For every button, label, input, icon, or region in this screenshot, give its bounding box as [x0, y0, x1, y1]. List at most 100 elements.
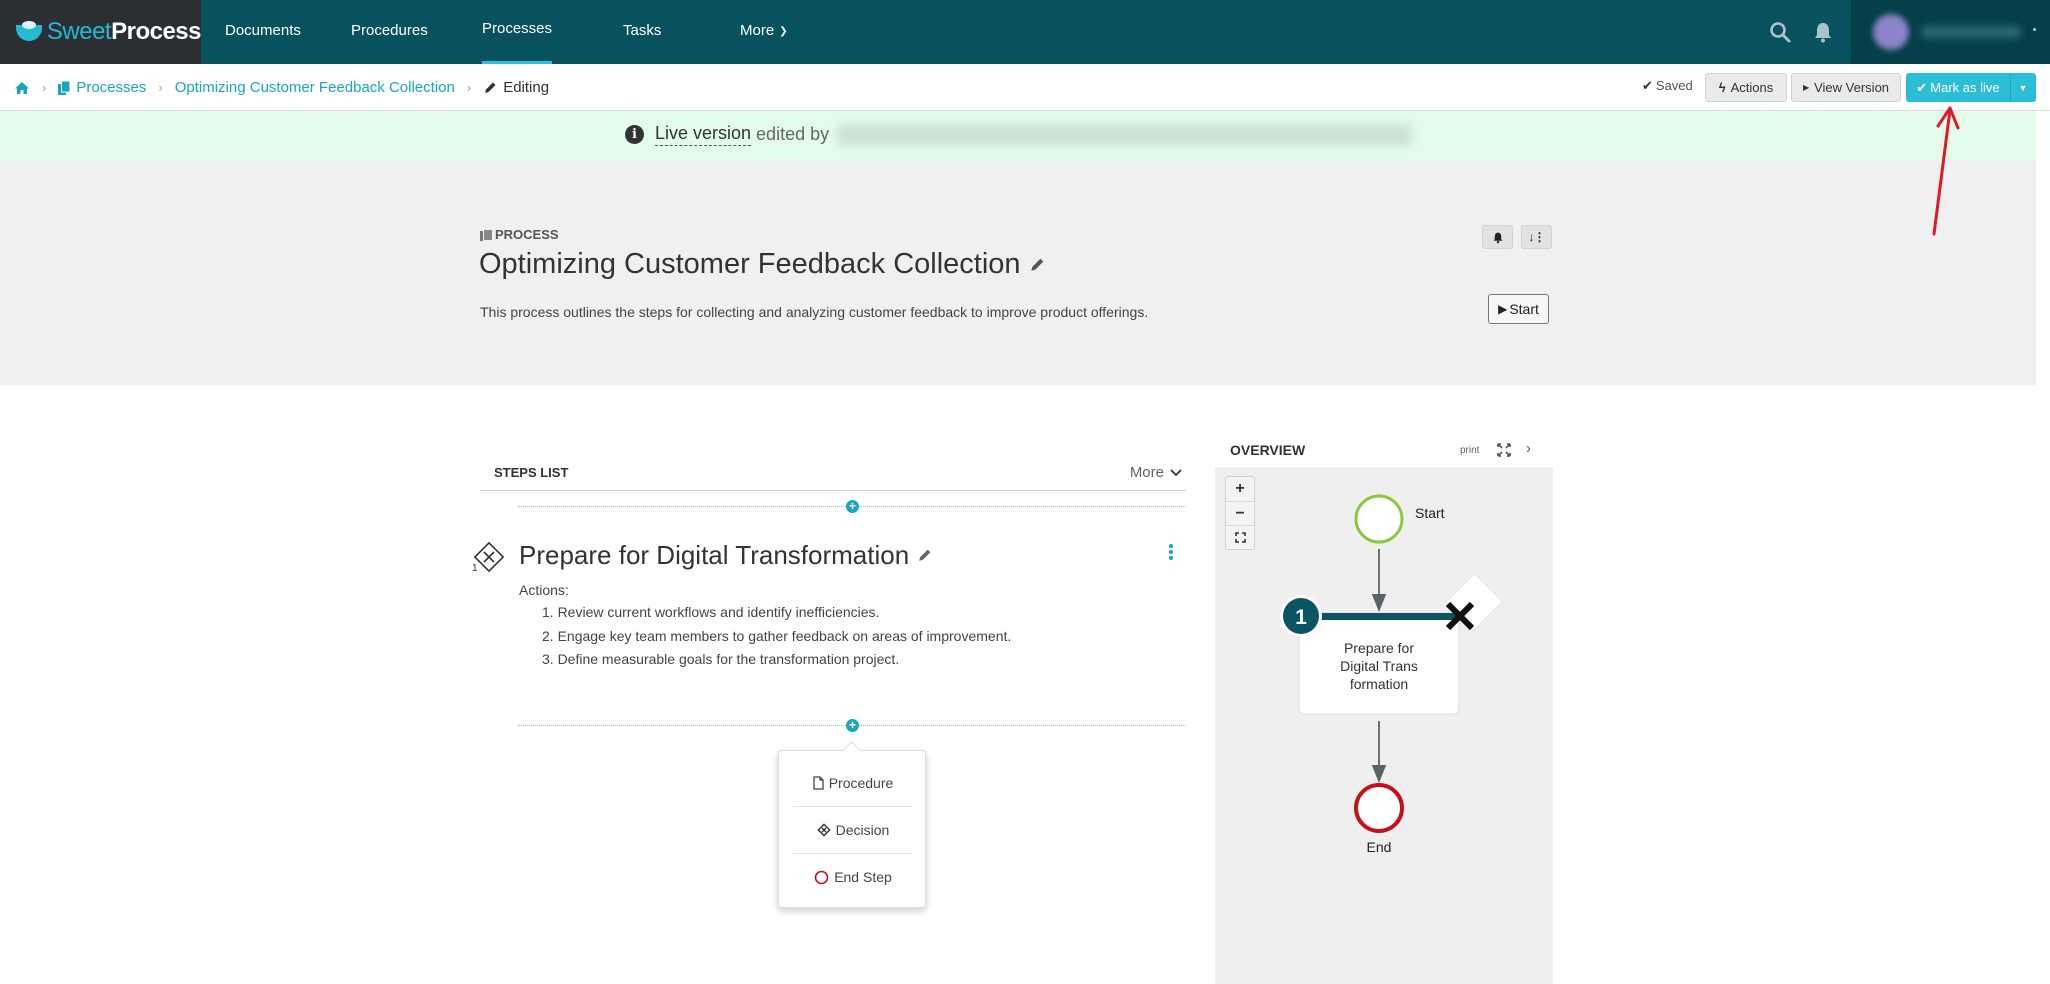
process-type-label: PROCESS	[480, 227, 559, 242]
add-step-popup: Procedure Decision End Step	[778, 750, 926, 908]
play-icon: ▶	[1498, 302, 1508, 316]
view-version-button[interactable]: ▶ View Version	[1791, 73, 1901, 102]
check-icon: ✔	[1916, 79, 1928, 95]
info-icon: i	[625, 125, 644, 144]
caret-down-icon: ▼	[2018, 82, 2028, 93]
fit-view-button[interactable]	[1226, 525, 1254, 549]
chevron-down-icon: ❯	[779, 26, 788, 37]
home-icon[interactable]	[14, 81, 30, 95]
breadcrumb-processes[interactable]: Processes	[76, 79, 146, 96]
user-menu[interactable]	[1851, 0, 2050, 64]
add-decision-label: Decision	[835, 822, 890, 838]
step-node-line: formation	[1350, 676, 1408, 692]
actions-label: Actions	[1730, 80, 1774, 95]
print-link[interactable]: print	[1460, 445, 1479, 456]
edit-step-pencil-icon[interactable]	[917, 548, 932, 563]
avatar	[1873, 14, 1909, 50]
zoom-out-button[interactable]: −	[1226, 501, 1254, 525]
process-type-text: PROCESS	[495, 227, 559, 242]
edit-title-pencil-icon[interactable]	[1029, 257, 1045, 273]
start-label: Start	[1509, 301, 1539, 317]
chevron-down-icon	[1170, 468, 1182, 477]
live-version-link[interactable]: Live version	[655, 123, 752, 146]
logo-text-process: Process	[111, 18, 201, 45]
add-step-button[interactable]: +	[846, 719, 859, 732]
search-icon[interactable]	[1768, 20, 1792, 44]
process-header: PROCESS Optimizing Customer Feedback Col…	[0, 161, 2036, 385]
add-end-step-option[interactable]: End Step	[793, 853, 913, 900]
decision-close-icon[interactable]	[1445, 572, 1504, 631]
list-item: 1. Review current workflows and identify…	[542, 604, 880, 620]
page-title: Optimizing Customer Feedback Collection	[479, 248, 1045, 281]
step-number: 1	[472, 563, 478, 574]
edited-by-details	[837, 123, 1413, 146]
processes-icon	[58, 80, 71, 95]
end-node[interactable]	[1354, 783, 1404, 833]
flowchart: Start 1 Prepare for Digital Trans format…	[1280, 494, 1504, 855]
edited-by-text: edited by	[756, 124, 830, 144]
nav-processes[interactable]: Processes	[482, 0, 553, 64]
sort-icon: ↓⋮	[1528, 230, 1546, 244]
bell-icon	[1492, 231, 1504, 244]
end-label: End	[1367, 839, 1392, 855]
user-name	[1921, 26, 2021, 38]
coffee-cup-icon	[16, 21, 43, 43]
view-version-label: View Version	[1814, 80, 1890, 95]
steps-list-header: STEPS LIST More	[480, 458, 1186, 491]
step-title-text[interactable]: Prepare for Digital Transformation	[519, 540, 909, 571]
step-number-text: 1	[1295, 606, 1307, 629]
check-icon: ✔	[1642, 78, 1653, 93]
steps-list-title: STEPS LIST	[494, 465, 569, 480]
step-actions-list: 1. Review current workflows and identify…	[542, 604, 1011, 675]
overview-diagram[interactable]: Start 1 Prepare for Digital Trans format…	[1215, 467, 1553, 984]
add-step-button[interactable]: +	[846, 500, 859, 513]
list-item: 3. Define measurable goals for the trans…	[542, 651, 900, 667]
end-circle-icon	[814, 870, 829, 885]
step-node-line: Prepare for	[1344, 640, 1414, 656]
start-button[interactable]: ▶ Start	[1488, 294, 1549, 324]
nav-procedures[interactable]: Procedures	[351, 0, 428, 64]
logo[interactable]: SweetProcess	[0, 0, 201, 64]
steps-more-label: More	[1129, 464, 1164, 481]
overview-title: OVERVIEW	[1230, 442, 1306, 458]
step-menu-icon[interactable]	[1168, 544, 1174, 562]
live-version-banner: i Live version edited by	[0, 111, 2036, 161]
nav-more[interactable]: More ❯	[740, 0, 788, 64]
breadcrumb-bar: › Processes › Optimizing Customer Feedba…	[0, 64, 2050, 111]
mark-as-live-dropdown[interactable]: ▼	[2010, 73, 2036, 102]
pencil-icon	[483, 81, 497, 95]
caret-icon	[2033, 28, 2036, 31]
add-procedure-option[interactable]: Procedure	[793, 759, 913, 806]
document-icon	[813, 775, 824, 790]
breadcrumb-process-name[interactable]: Optimizing Customer Feedback Collection	[175, 79, 455, 96]
decision-icon	[816, 823, 831, 837]
top-nav: SweetProcess Documents Procedures Proces…	[0, 0, 2050, 64]
list-item: 2. Engage key team members to gather fee…	[542, 627, 1012, 644]
mark-as-live-label: Mark as live	[1930, 80, 2000, 95]
actions-button[interactable]: ϟ Actions	[1705, 73, 1787, 102]
breadcrumb-separator: ›	[466, 80, 472, 95]
step-title: Prepare for Digital Transformation	[519, 540, 932, 571]
breadcrumb-separator: ›	[42, 80, 47, 95]
expand-icon[interactable]	[1497, 443, 1511, 457]
lightning-icon: ϟ	[1718, 80, 1726, 95]
overview-header: OVERVIEW print ›	[1215, 436, 1553, 467]
breadcrumb-current: Editing	[503, 79, 550, 96]
breadcrumb-separator: ›	[158, 80, 163, 95]
process-description: This process outlines the steps for coll…	[480, 304, 1149, 320]
zoom-in-button[interactable]: +	[1226, 477, 1254, 501]
mark-as-live-button[interactable]: ✔ Mark as live	[1906, 73, 2010, 102]
chevron-right-icon[interactable]: ›	[1526, 440, 1531, 457]
sort-button[interactable]: ↓⋮	[1521, 225, 1552, 249]
nav-tasks[interactable]: Tasks	[623, 0, 661, 64]
add-end-step-label: End Step	[834, 869, 892, 885]
add-decision-option[interactable]: Decision	[793, 806, 913, 853]
zoom-controls: + −	[1225, 476, 1255, 550]
add-procedure-label: Procedure	[828, 774, 894, 791]
steps-more-dropdown[interactable]: More	[1130, 464, 1182, 481]
bell-icon[interactable]	[1812, 20, 1834, 44]
notify-button[interactable]	[1482, 225, 1513, 249]
nav-more-label: More	[740, 22, 775, 39]
start-node[interactable]	[1354, 494, 1404, 544]
nav-documents[interactable]: Documents	[225, 0, 301, 64]
